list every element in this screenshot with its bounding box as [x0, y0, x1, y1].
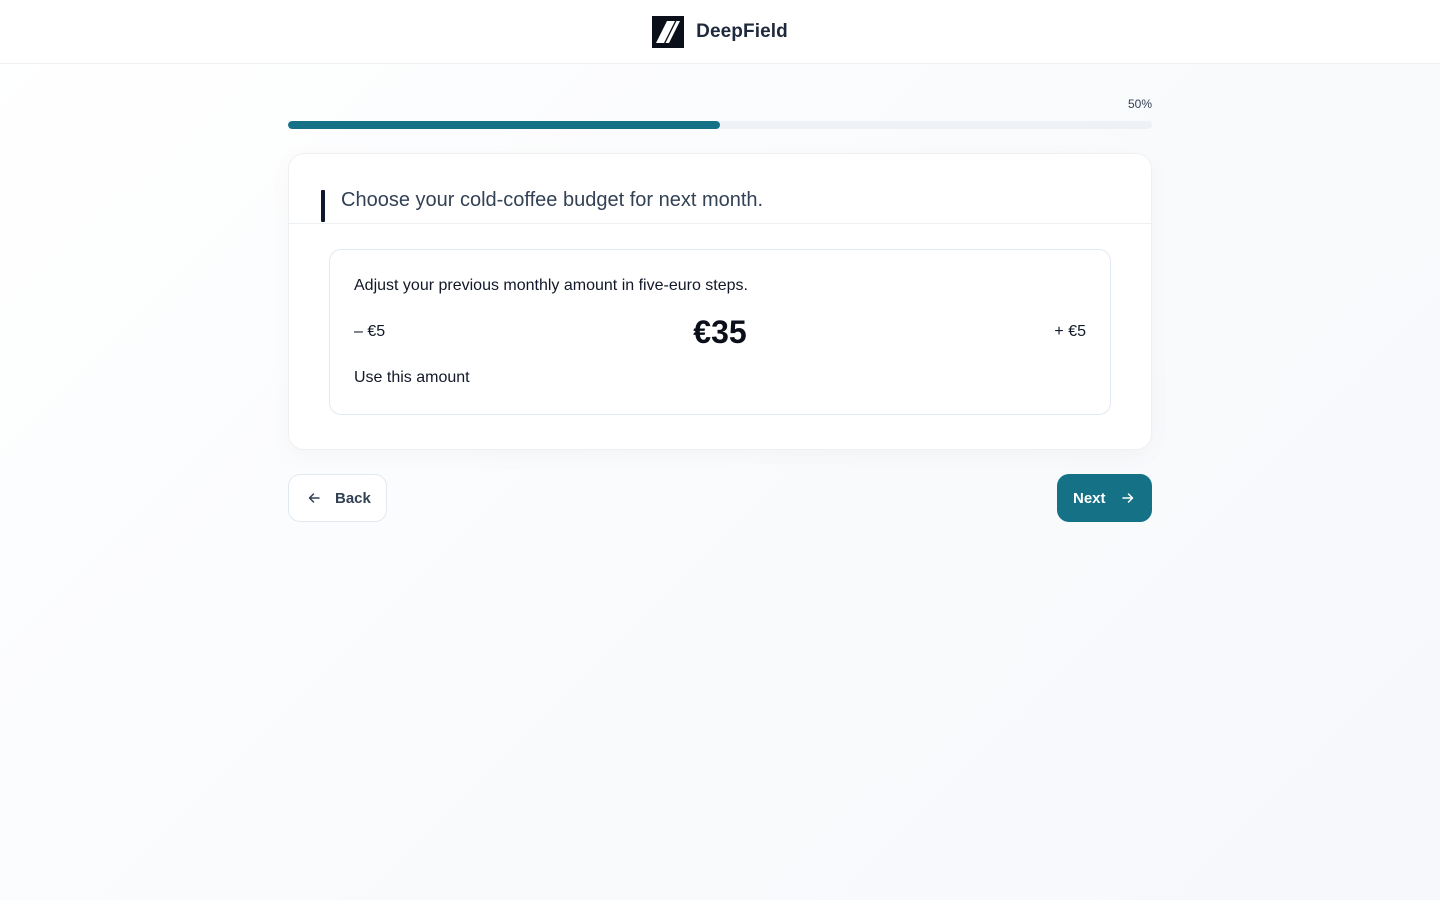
brand-name: DeepField [696, 20, 788, 42]
arrow-right-icon [1121, 491, 1135, 505]
back-button[interactable]: Back [288, 474, 387, 522]
progress-fill [288, 121, 720, 129]
arrow-left-icon [307, 491, 321, 505]
amount-stepper: Adjust your previous monthly amount in f… [329, 249, 1111, 415]
question-header: Choose your cold-coffee budget for next … [289, 154, 1151, 224]
progress-track [288, 121, 1152, 129]
question-title: Choose your cold-coffee budget for next … [341, 189, 764, 211]
next-button-label: Next [1073, 489, 1106, 507]
deepfield-logo-icon [652, 15, 685, 48]
brand[interactable]: DeepField [652, 15, 788, 48]
progress-section: 50% [288, 96, 1152, 129]
question-accent-bar [321, 190, 325, 222]
back-button-label: Back [335, 489, 371, 507]
question-card: Choose your cold-coffee budget for next … [288, 153, 1152, 450]
progress-percent-label: 50% [1127, 97, 1152, 111]
top-bar: DeepField [0, 0, 1440, 64]
increment-button[interactable]: + €5 [1054, 322, 1086, 342]
next-button[interactable]: Next [1057, 474, 1152, 522]
current-amount: €35 [693, 314, 747, 350]
stepper-hint: Adjust your previous monthly amount in f… [354, 277, 748, 294]
use-amount-button[interactable]: Use this amount [354, 368, 470, 388]
